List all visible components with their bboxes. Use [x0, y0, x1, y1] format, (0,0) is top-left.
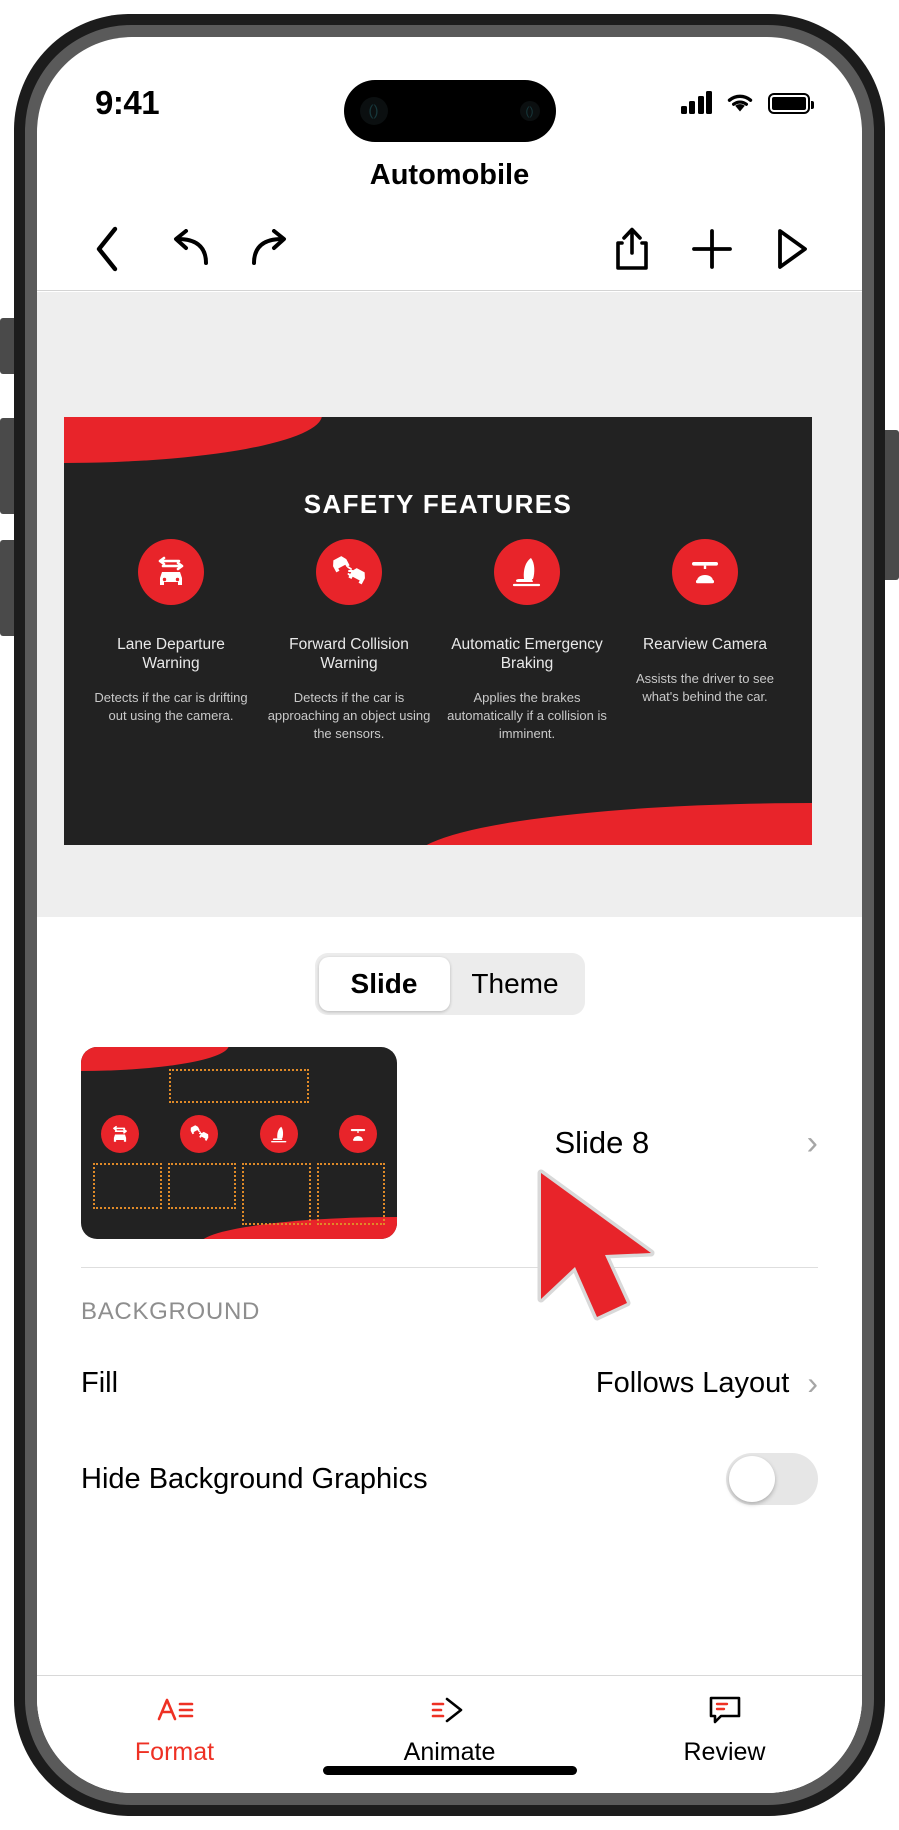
slide-selector-row[interactable]: Slide 8 ›	[37, 1015, 862, 1239]
feature-title: Lane Departure Warning	[117, 636, 225, 673]
top-toolbar	[37, 207, 862, 291]
cellular-signal-icon	[680, 91, 712, 114]
collision-cars-icon	[316, 539, 382, 605]
fill-label: Fill	[81, 1366, 119, 1399]
document-title: Automobile	[369, 159, 530, 191]
thumb-collision-cars-icon	[180, 1115, 219, 1153]
inspector-panel: Slide Theme Slide 8 › BACKGROUND Fill Fo…	[37, 917, 862, 1793]
feature-description: Applies the brakes automatically if a co…	[447, 690, 607, 741]
thumb-title-placeholder	[169, 1069, 309, 1103]
phone-volume-down-button[interactable]	[0, 540, 14, 636]
background-section-header: BACKGROUND	[81, 1298, 261, 1325]
feature-description: Detects if the car is drifting out using…	[94, 690, 248, 724]
tab-review[interactable]: Review	[587, 1692, 862, 1767]
tab-review-label: Review	[683, 1738, 766, 1766]
face-id-sensor-icon	[519, 101, 540, 121]
wifi-icon	[727, 94, 753, 112]
chevron-right-icon[interactable]: ›	[807, 1124, 818, 1163]
hide-background-graphics-toggle[interactable]	[726, 1453, 818, 1505]
thumb-placeholder-box	[316, 1163, 385, 1225]
hide-background-graphics-label: Hide Background Graphics	[81, 1462, 428, 1495]
hide-background-graphics-row[interactable]: Hide Background Graphics	[37, 1440, 862, 1518]
thumb-icon-row	[101, 1115, 377, 1153]
braking-seat-icon	[494, 539, 560, 605]
feature-title: Forward Collision Warning	[289, 636, 409, 673]
thumb-placeholder-box	[167, 1163, 236, 1209]
phone-volume-up-button[interactable]	[0, 418, 14, 514]
undo-arrow-icon[interactable]	[163, 223, 215, 275]
play-triangle-icon[interactable]	[766, 223, 818, 275]
phone-bezel: 9:41 Automobile	[25, 25, 874, 1805]
toolbar-right-group	[606, 223, 818, 275]
phone-silent-switch[interactable]	[0, 318, 14, 374]
feature-title: Rearview Camera	[642, 636, 768, 653]
feature-description: Detects if the car is approaching an obj…	[267, 690, 431, 741]
status-indicators	[680, 91, 814, 115]
toolbar-left-group	[81, 223, 297, 275]
slide-number-label: Slide 8	[554, 1125, 650, 1160]
slide-heading: SAFETY FEATURES	[303, 489, 573, 519]
slide-canvas-area[interactable]: SAFETY FEATURES Lane Departure Warning D…	[37, 292, 862, 917]
feature-list: Lane Departure Warning Detects if the ca…	[88, 539, 788, 743]
phone-frame: 9:41 Automobile	[14, 14, 885, 1816]
thumb-lane-departure-car-icon	[101, 1115, 139, 1153]
feature-item: Automatic Emergency Braking Applies the …	[444, 539, 610, 743]
thumb-placeholder-box	[242, 1163, 311, 1225]
thumb-rearview-camera-icon	[338, 1115, 377, 1153]
feature-title: Automatic Emergency Braking	[451, 636, 603, 673]
front-camera-icon	[359, 97, 388, 125]
thumb-decor-top-wave	[81, 1047, 229, 1071]
tab-animate-label: Animate	[403, 1738, 496, 1766]
home-indicator	[322, 1766, 577, 1775]
rearview-camera-icon	[672, 539, 738, 605]
format-text-icon	[155, 1692, 195, 1728]
feature-item: Forward Collision Warning Detects if the…	[266, 539, 432, 743]
slide-thumbnail[interactable]	[81, 1047, 397, 1239]
tab-format[interactable]: Format	[37, 1692, 312, 1767]
status-time: 9:41	[95, 84, 160, 121]
battery-full-icon	[768, 92, 814, 114]
toggle-knob	[729, 1456, 775, 1502]
fill-value: Follows Layout	[595, 1366, 790, 1399]
animate-arrow-icon	[429, 1692, 471, 1728]
back-chevron-icon[interactable]	[81, 223, 133, 275]
slide-preview[interactable]: SAFETY FEATURES Lane Departure Warning D…	[64, 417, 812, 845]
bottom-tab-bar: Format Animate Review	[37, 1675, 862, 1793]
screenshot-stage: 9:41 Automobile	[0, 0, 899, 1830]
lane-departure-car-icon	[138, 539, 204, 605]
thumb-text-placeholders	[93, 1163, 385, 1225]
feature-description: Assists the driver to see what's behind …	[636, 671, 774, 704]
feature-item: Rearview Camera Assists the driver to se…	[622, 539, 788, 743]
share-export-icon[interactable]	[606, 223, 658, 275]
thumb-braking-seat-icon	[259, 1115, 298, 1153]
thumb-placeholder-box	[93, 1163, 162, 1209]
tab-format-label: Format	[134, 1738, 215, 1766]
redo-arrow-icon[interactable]	[245, 223, 297, 275]
slide-decor-top-wave	[64, 417, 322, 463]
phone-screen: 9:41 Automobile	[37, 37, 862, 1793]
segment-theme[interactable]: Theme	[450, 957, 581, 1011]
background-fill-row[interactable]: Fill Follows Layout ›	[37, 1344, 862, 1422]
slide-decor-bottom-wave	[414, 803, 812, 845]
review-comment-icon	[706, 1692, 744, 1728]
feature-item: Lane Departure Warning Detects if the ca…	[88, 539, 254, 743]
segment-slide[interactable]: Slide	[318, 957, 450, 1011]
dynamic-island	[343, 80, 556, 142]
tab-animate[interactable]: Animate	[312, 1692, 587, 1767]
phone-power-button[interactable]	[885, 430, 899, 580]
chevron-right-icon[interactable]: ›	[807, 1365, 818, 1402]
slide-theme-segmented-control[interactable]: Slide Theme	[314, 953, 585, 1015]
add-plus-icon[interactable]	[686, 223, 738, 275]
